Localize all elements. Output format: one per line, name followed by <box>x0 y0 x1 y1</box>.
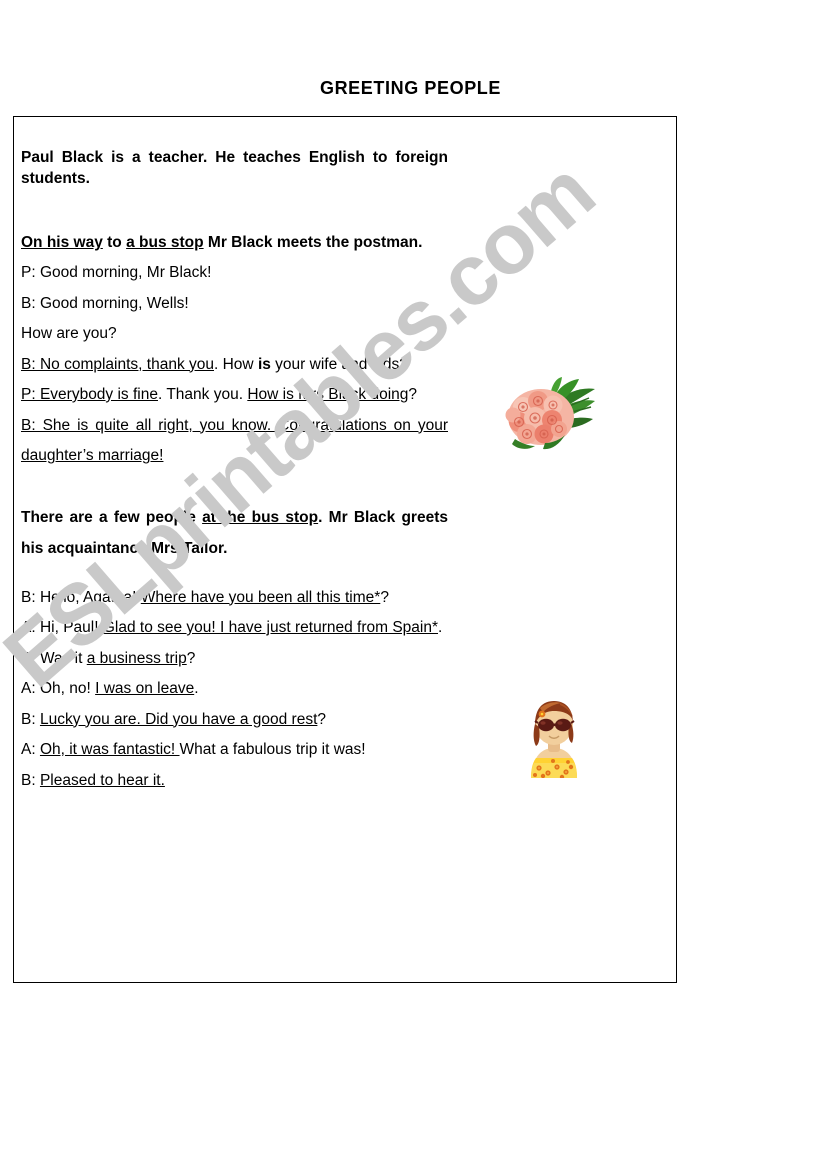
rose-bouquet-image <box>505 377 601 459</box>
scene-two-dialogue: B: Hello, Agatha! Where have you been al… <box>21 583 448 797</box>
text-run: your wife and kids? <box>270 355 408 373</box>
page-title: GREETING PEOPLE <box>319 78 502 98</box>
text-run: B: She is quite all right, you know. Con… <box>21 416 448 465</box>
text-run: ? <box>317 710 327 728</box>
text-run: is <box>257 355 271 373</box>
worksheet-text-column: Paul Black is a teacher. He teaches Engl… <box>21 147 448 796</box>
text-run: Oh, it was fantastic! <box>39 741 180 758</box>
text-run: Mr Black meets the postman. <box>203 234 423 251</box>
text-run: ? <box>380 588 389 606</box>
text-run: . Thank you. <box>157 386 248 403</box>
text-run: There are a few people <box>21 508 203 526</box>
dialogue-line: B: No complaints, thank you. How is your… <box>21 350 448 381</box>
text-run: On his way <box>21 234 103 251</box>
dialogue-line: P: Everybody is fine. Thank you. How is … <box>21 380 448 411</box>
text-run: Glad to see you! I have just returned fr… <box>102 619 439 636</box>
dialogue-line: B: Lucky you are. Did you have a good re… <box>21 705 448 736</box>
dialogue-line: A: Oh, it was fantastic! What a fabulous… <box>21 735 448 766</box>
dialogue-line: B: Hello, Agatha! Where have you been al… <box>21 583 448 614</box>
text-run: B: No complaints, thank you <box>21 355 214 373</box>
dialogue-line: A: Hi, Paul! Glad to see you! I have jus… <box>21 613 448 644</box>
text-run: A: <box>21 741 40 758</box>
text-run: A: Hi, Paul! <box>21 619 103 636</box>
text-run: I was on leave <box>95 680 195 697</box>
text-run: a bus stop <box>126 234 204 251</box>
text-run: B: <box>21 710 40 728</box>
text-run: ? <box>186 649 196 667</box>
text-run: P: Everybody is fine <box>21 386 158 403</box>
text-run: What a fabulous trip it was! <box>179 741 366 758</box>
text-run: . <box>194 680 199 697</box>
text-run: How is Mrs Black doing <box>247 386 409 403</box>
text-run: B: <box>21 771 40 789</box>
dialogue-line: B: Pleased to hear it. <box>21 766 448 797</box>
dialogue-line: How are you? <box>21 319 448 350</box>
woman-avatar-image <box>518 694 590 780</box>
text-run: B: Was it <box>21 649 87 667</box>
text-run: Lucky you are. Did you have a good rest <box>39 710 318 728</box>
dialogue-line: B: Good morning, Wells! <box>21 289 448 320</box>
text-run: Pleased to hear it. <box>39 771 165 789</box>
text-run: ? <box>408 386 418 403</box>
worksheet-border-box: Paul Black is a teacher. He teaches Engl… <box>13 116 677 983</box>
text-run: at the bus stop <box>202 508 319 526</box>
text-run: Where have you been all this time* <box>140 588 381 606</box>
dialogue-line: B: Was it a business trip? <box>21 644 448 675</box>
scene-two-narration: There are a few people at the bus stop. … <box>21 502 448 564</box>
text-run: A: Oh, no! <box>21 680 96 697</box>
scene-one-narration: On his way to a bus stop Mr Black meets … <box>21 227 448 258</box>
intro-paragraph: Paul Black is a teacher. He teaches Engl… <box>21 149 448 187</box>
dialogue-line: P: Good morning, Mr Black! <box>21 258 448 289</box>
dialogue-line: B: She is quite all right, you know. Con… <box>21 411 448 472</box>
text-run: a business trip <box>86 649 187 667</box>
text-run: P: Good morning, Mr Black! <box>21 264 212 281</box>
text-run: How are you? <box>21 325 117 342</box>
text-run: B: Hello, Agatha! <box>21 588 141 606</box>
text-run: to <box>102 234 127 251</box>
scene-one-dialogue: P: Good morning, Mr Black! B: Good mornin… <box>21 258 448 472</box>
dialogue-line: A: Oh, no! I was on leave. <box>21 674 448 705</box>
text-run: . <box>438 619 443 636</box>
text-run: . How <box>214 355 258 373</box>
text-run: B: Good morning, Wells! <box>21 294 189 312</box>
